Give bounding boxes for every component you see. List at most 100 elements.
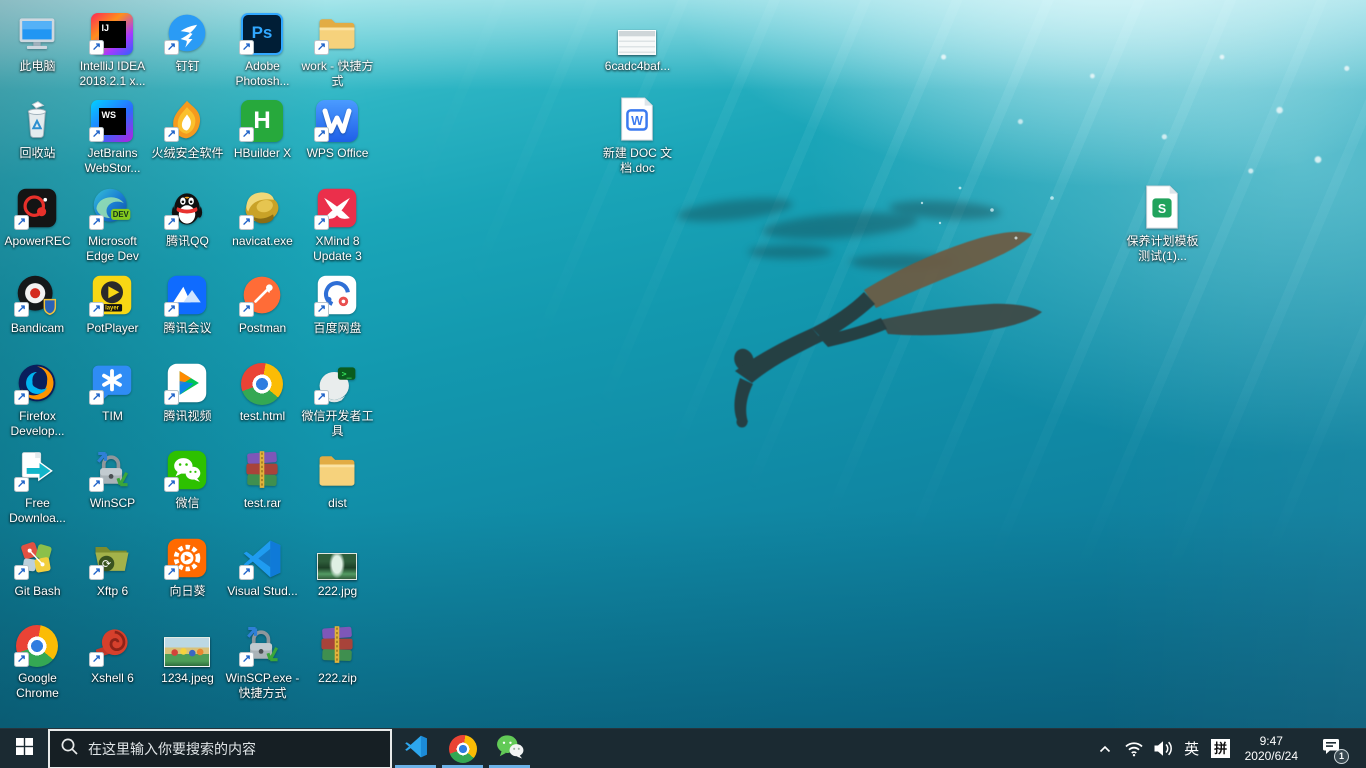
clock-time: 9:47 [1245, 734, 1298, 749]
desktop-icon-visual-studio-code[interactable]: ↗ Visual Stud... [225, 532, 300, 599]
desktop-icon-test-html[interactable]: test.html [225, 357, 300, 424]
desktop-icon-this-pc[interactable]: 此电脑 [0, 7, 75, 74]
desktop-icon-recycle-bin[interactable]: 回收站 [0, 94, 75, 161]
desktop-icon-label: Adobe Photosh... [225, 59, 300, 89]
hidden-icons-chevron-icon[interactable] [1094, 729, 1116, 768]
desktop-icon-baidu-netdisk[interactable]: ↗百度网盘 [300, 269, 375, 336]
action-center-button[interactable]: 1 [1311, 729, 1351, 768]
desktop-icon-label: 回收站 [0, 146, 75, 161]
desktop-icon-test-rar[interactable]: test.rar [225, 444, 300, 511]
desktop-icon-potplayer[interactable]: layer↗PotPlayer [75, 269, 150, 336]
desktop-icon-label: Git Bash [0, 584, 75, 599]
desktop-icon-intellij-idea[interactable]: IJ↗IntelliJ IDEA 2018.2.1 x... [75, 7, 150, 89]
desktop-icon-hbuilder-x[interactable]: H↗HBuilder X [225, 94, 300, 161]
desktop-icon-google-chrome[interactable]: ↗Google Chrome [0, 619, 75, 701]
language-indicator[interactable]: 英 [1181, 729, 1203, 768]
desktop-area[interactable]: 此电脑回收站 ↗ApowerREC ↗Bandicam ↗Firefox Develo… [0, 0, 1366, 728]
sunlogin-icon: ↗ [150, 532, 224, 580]
desktop-icon-tim[interactable]: ↗TIM [75, 357, 150, 424]
folder-icon: ↗ [300, 7, 374, 55]
shortcut-arrow-icon: ↗ [89, 40, 104, 55]
desktop-icon-label: 腾讯视频 [150, 409, 225, 424]
desktop-icon-label: 保养计划模板测试(1)... [1125, 234, 1200, 264]
shortcut-arrow-icon: ↗ [239, 215, 254, 230]
tmeeting-icon: ↗ [150, 269, 224, 317]
desktop-icon-new-doc[interactable]: W 新建 DOC 文档.doc [600, 94, 675, 176]
desktop-icon-adobe-photoshop[interactable]: Ps↗Adobe Photosh... [225, 7, 300, 89]
desktop-icon-label: Visual Stud... [225, 584, 300, 599]
desktop-icon-photo-1234-jpeg[interactable]: 1234.jpeg [150, 619, 225, 686]
volume-icon[interactable] [1152, 729, 1174, 768]
taskbar-search-box[interactable] [48, 729, 392, 768]
chrome-icon: ↗ [0, 619, 74, 667]
shortcut-arrow-icon: ↗ [314, 127, 329, 142]
desktop-icon-dingtalk[interactable]: ↗钉钉 [150, 7, 225, 74]
desktop-icon-xmind-8[interactable]: ↗XMind 8 Update 3 [300, 182, 375, 264]
desktop-icon-firefox-developer[interactable]: ↗Firefox Develop... [0, 357, 75, 439]
desktop-icon-label: 新建 DOC 文档.doc [600, 146, 675, 176]
taskbar-wechat-button[interactable] [486, 729, 533, 768]
desktop-icon-label: 222.jpg [300, 584, 375, 599]
winscp-icon: ↗ [75, 444, 149, 492]
desktop-icon-wps-xls-template[interactable]: S 保养计划模板测试(1)... [1125, 182, 1200, 264]
desktop-icon-label: 222.zip [300, 671, 375, 686]
language-indicator-label: 英 [1182, 738, 1201, 759]
desktop-icon-label: HBuilder X [225, 146, 300, 161]
start-button[interactable] [0, 729, 48, 768]
shortcut-arrow-icon: ↗ [14, 390, 29, 405]
desktop-icon-tencent-meeting[interactable]: ↗腾讯会议 [150, 269, 225, 336]
shortcut-arrow-icon: ↗ [164, 127, 179, 142]
desktop-icon-label: WinSCP [75, 496, 150, 511]
desktop-icon-label: navicat.exe [225, 234, 300, 249]
desktop-icon-wps-office[interactable]: ↗ WPS Office [300, 94, 375, 161]
desktop-icon-photo-222-jpg[interactable]: 222.jpg [300, 532, 375, 599]
this-pc-icon [0, 7, 74, 55]
desktop-icon-navicat[interactable]: ↗ navicat.exe [225, 182, 300, 249]
desktop-icon-grid: 此电脑回收站 ↗ApowerREC ↗Bandicam ↗Firefox Develo… [0, 0, 1366, 728]
desktop-icon-label: test.rar [225, 496, 300, 511]
huorong-icon: ↗ [150, 94, 224, 142]
desktop-icon-wechat-devtools[interactable]: >_↗微信开发者工具 [300, 357, 375, 439]
winscp-icon: ↗ [225, 619, 299, 667]
shortcut-arrow-icon: ↗ [14, 565, 29, 580]
desktop-icon-tencent-video[interactable]: ↗腾讯视频 [150, 357, 225, 424]
desktop-icon-winscp-exe-shortcut[interactable]: ↗WinSCP.exe - 快捷方式 [225, 619, 300, 701]
search-input[interactable] [88, 741, 380, 757]
desktop-icon-free-download-manager[interactable]: ↗Free Downloa... [0, 444, 75, 526]
desktop-icon-work-folder[interactable]: ↗work - 快捷方式 [300, 7, 375, 89]
desktop-icon-dist-folder[interactable]: dist [300, 444, 375, 511]
wifi-icon[interactable] [1123, 729, 1145, 768]
desktop-icon-image-6cadc4baf[interactable]: 6cadc4baf... [600, 7, 675, 74]
chrome-icon [225, 357, 299, 405]
desktop-icon-apowerrec[interactable]: ↗ApowerREC [0, 182, 75, 249]
baidupan-icon: ↗ [300, 269, 374, 317]
taskbar-app-buttons [392, 729, 533, 768]
desktop-icon-microsoft-edge-dev[interactable]: DEV↗Microsoft Edge Dev [75, 182, 150, 264]
desktop-icon-zip-222[interactable]: 222.zip [300, 619, 375, 686]
vscode-icon: ↗ [225, 532, 299, 580]
taskbar-clock[interactable]: 9:47 2020/6/24 [1239, 734, 1304, 764]
potplayer-icon: layer↗ [75, 269, 149, 317]
desktop-icon-label: WPS Office [300, 146, 375, 161]
ime-mode-indicator[interactable]: 拼 [1210, 729, 1232, 768]
desktop-icon-postman[interactable]: ↗Postman [225, 269, 300, 336]
taskbar-chrome-button[interactable] [439, 729, 486, 768]
desktop-icon-git-bash[interactable]: ↗ Git Bash [0, 532, 75, 599]
svg-text:layer: layer [105, 306, 120, 312]
xftp-icon: ⟳↗ [75, 532, 149, 580]
desktop-icon-bandicam[interactable]: ↗Bandicam [0, 269, 75, 336]
taskbar-vscode-button[interactable] [392, 729, 439, 768]
ime-mode-label: 拼 [1211, 739, 1230, 758]
desktop-icon-xftp-6[interactable]: ⟳↗Xftp 6 [75, 532, 150, 599]
desktop-icon-wechat[interactable]: ↗微信 [150, 444, 225, 511]
windows-desktop-screen: 此电脑回收站 ↗ApowerREC ↗Bandicam ↗Firefox Develo… [0, 0, 1366, 768]
desktop-icon-xshell-6[interactable]: ↗Xshell 6 [75, 619, 150, 686]
desktop-icon-tencent-qq[interactable]: ↗腾讯QQ [150, 182, 225, 249]
desktop-icon-jetbrains-webstorm[interactable]: WS↗JetBrains WebStor... [75, 94, 150, 176]
wps-xls-icon: S [1125, 182, 1199, 230]
desktop-icon-sunlogin[interactable]: ↗向日葵 [150, 532, 225, 599]
desktop-icon-huorong-security[interactable]: ↗火绒安全软件 [150, 94, 225, 161]
wps-doc-icon: W [600, 94, 674, 142]
desktop-icon-winscp[interactable]: ↗ WinSCP [75, 444, 150, 511]
shortcut-arrow-icon: ↗ [89, 215, 104, 230]
